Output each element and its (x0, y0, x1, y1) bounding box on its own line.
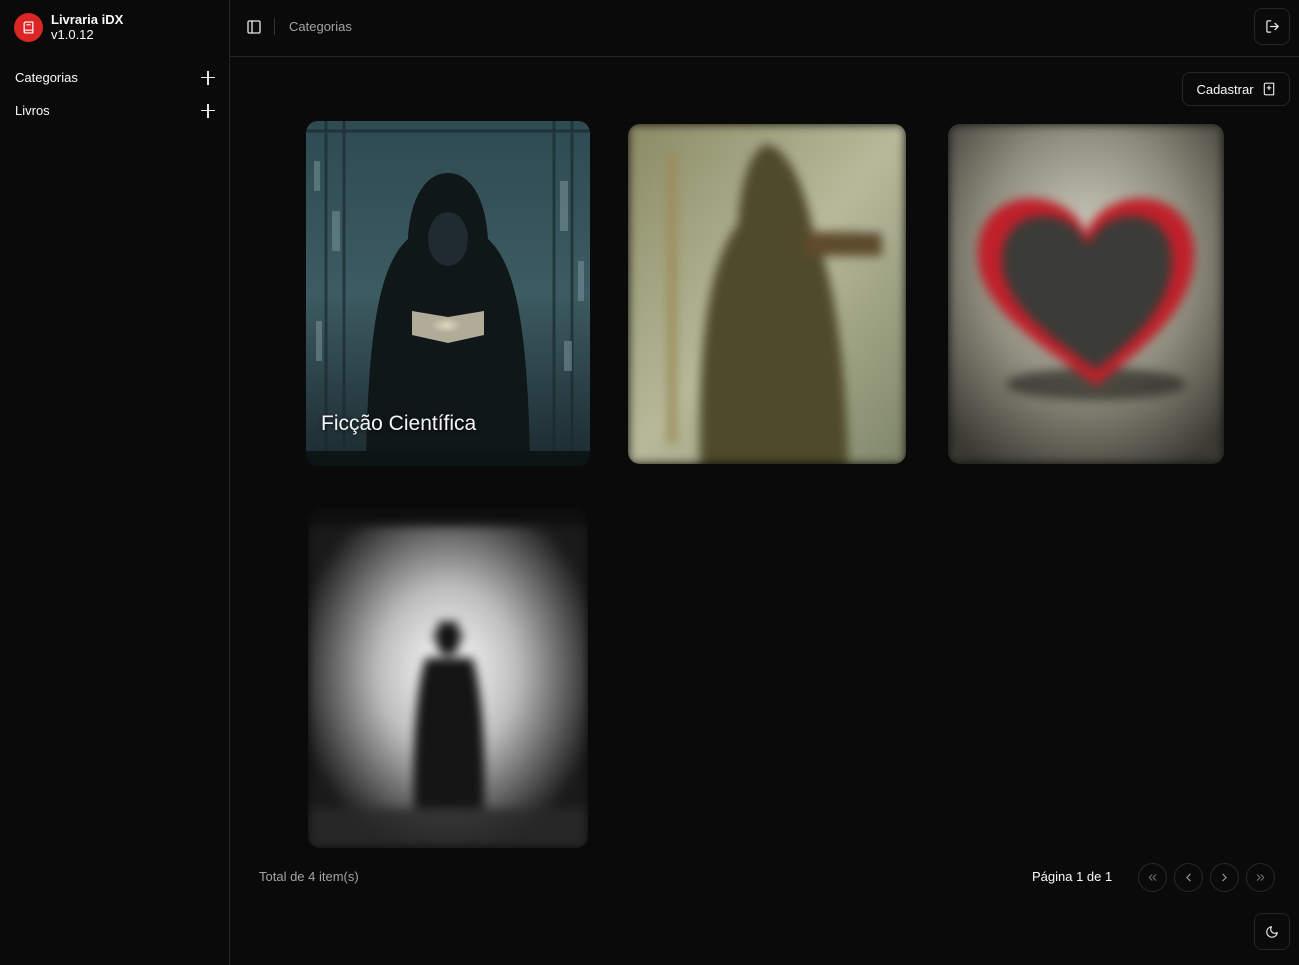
card-image (628, 124, 906, 464)
breadcrumb[interactable]: Categorias (289, 19, 352, 34)
last-page-icon (1256, 874, 1265, 881)
logout-button[interactable] (1254, 8, 1290, 45)
next-page-button[interactable] (1210, 863, 1239, 892)
cadastrar-label: Cadastrar (1196, 81, 1254, 97)
category-card[interactable] (948, 124, 1224, 464)
app-root: Livraria iDX v1.0.12 Categorias Livros C… (0, 0, 1299, 965)
first-page-icon (1148, 874, 1157, 881)
brand[interactable]: Livraria iDX v1.0.12 (14, 12, 123, 42)
sidebar-item-categorias[interactable]: Categorias (0, 61, 229, 94)
app-name: Livraria iDX (51, 12, 124, 27)
prev-page-icon (1186, 873, 1191, 882)
total-items: Total de 4 item(s) (259, 869, 359, 884)
moon-icon (1266, 925, 1278, 938)
sidebar-item-label: Categorias (15, 70, 78, 85)
category-card[interactable] (628, 124, 906, 464)
theme-toggle-button[interactable] (1254, 913, 1290, 950)
card-image (308, 508, 588, 848)
plus-icon[interactable] (201, 70, 215, 85)
log-out-icon (1265, 20, 1279, 33)
card-title: Ficção Científica (321, 412, 477, 435)
sidebar: Livraria iDX v1.0.12 Categorias Livros (0, 0, 230, 965)
next-page-icon (1222, 873, 1227, 882)
cadastrar-button[interactable]: Cadastrar (1182, 72, 1290, 106)
sidebar-nav: Categorias Livros (0, 61, 229, 127)
panel-left-icon[interactable] (246, 19, 264, 37)
header-divider (274, 18, 275, 35)
first-page-button[interactable] (1138, 863, 1167, 892)
last-page-button[interactable] (1246, 863, 1275, 892)
app-version: v1.0.12 (51, 27, 94, 42)
book-plus-icon (1263, 82, 1274, 96)
prev-page-button[interactable] (1174, 863, 1203, 892)
top-header: Categorias (230, 0, 1299, 57)
card-image (948, 124, 1224, 464)
sidebar-item-livros[interactable]: Livros (0, 94, 229, 127)
page-indicator: Página 1 de 1 (1032, 869, 1113, 884)
category-card[interactable] (308, 508, 588, 848)
plus-icon[interactable] (201, 103, 215, 118)
category-card[interactable]: Ficção Científica (306, 121, 590, 466)
book-logo-icon (14, 12, 43, 42)
sidebar-item-label: Livros (15, 103, 50, 118)
